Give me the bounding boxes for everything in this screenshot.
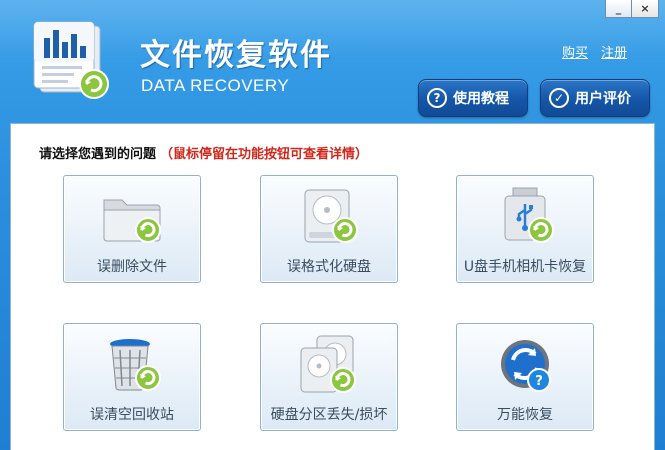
card-label: 误格式化硬盘 [287, 259, 371, 275]
folder-recover-icon [98, 186, 168, 250]
usb-drive-recover-icon [491, 186, 561, 250]
partition-recover-icon [295, 334, 365, 398]
review-button[interactable]: ✓ 用户评价 [540, 79, 650, 117]
card-partition-lost[interactable]: 硬盘分区丢失/损坏 [260, 323, 398, 431]
prompt-hint: （鼠标停留在功能按钮可查看详情） [160, 147, 369, 162]
minimize-button[interactable]: _ [605, 0, 632, 18]
review-button-label: 用户评价 [575, 91, 631, 107]
window-controls: _ × [605, 0, 659, 18]
guide-button-label: 使用教程 [453, 91, 509, 107]
app-subtitle: DATA RECOVERY [141, 76, 290, 95]
universal-recover-icon: ? [491, 334, 561, 398]
buy-link[interactable]: 购买 [562, 42, 588, 61]
register-link[interactable]: 注册 [601, 42, 627, 61]
app-logo-icon [30, 18, 112, 102]
app-window: _ × 文件恢复软件 DATA RECOVERY 购买 注册 ? 使用教程 ✓ … [0, 0, 665, 450]
review-icon: ✓ [549, 88, 569, 108]
card-label: U盘手机相机卡恢复 [463, 259, 587, 275]
card-usb-card[interactable]: U盘手机相机卡恢复 [456, 175, 594, 283]
top-links: 购买 注册 [562, 42, 627, 61]
card-formatted-disk[interactable]: 误格式化硬盘 [260, 175, 398, 283]
harddisk-recover-icon [295, 186, 365, 250]
svg-text:?: ? [535, 374, 543, 389]
card-label: 硬盘分区丢失/损坏 [270, 407, 388, 423]
guide-button[interactable]: ? 使用教程 [418, 79, 528, 117]
problem-prompt: 请选择您遇到的问题 （鼠标停留在功能按钮可查看详情） [39, 143, 368, 162]
app-title: 文件恢复软件 [140, 38, 332, 73]
main-panel: 请选择您遇到的问题 （鼠标停留在功能按钮可查看详情） 误删除文件 误格式化硬盘 … [10, 123, 655, 450]
recycle-bin-recover-icon [98, 334, 168, 398]
close-button[interactable]: × [632, 0, 659, 18]
card-label: 万能恢复 [497, 407, 553, 423]
card-label: 误删除文件 [97, 259, 167, 275]
card-label: 误清空回收站 [90, 407, 174, 423]
question-icon: ? [427, 88, 447, 108]
card-universal[interactable]: ? 万能恢复 [456, 323, 594, 431]
card-deleted-files[interactable]: 误删除文件 [63, 175, 201, 283]
card-recycle-bin[interactable]: 误清空回收站 [63, 323, 201, 431]
prompt-text: 请选择您遇到的问题 [39, 147, 157, 162]
